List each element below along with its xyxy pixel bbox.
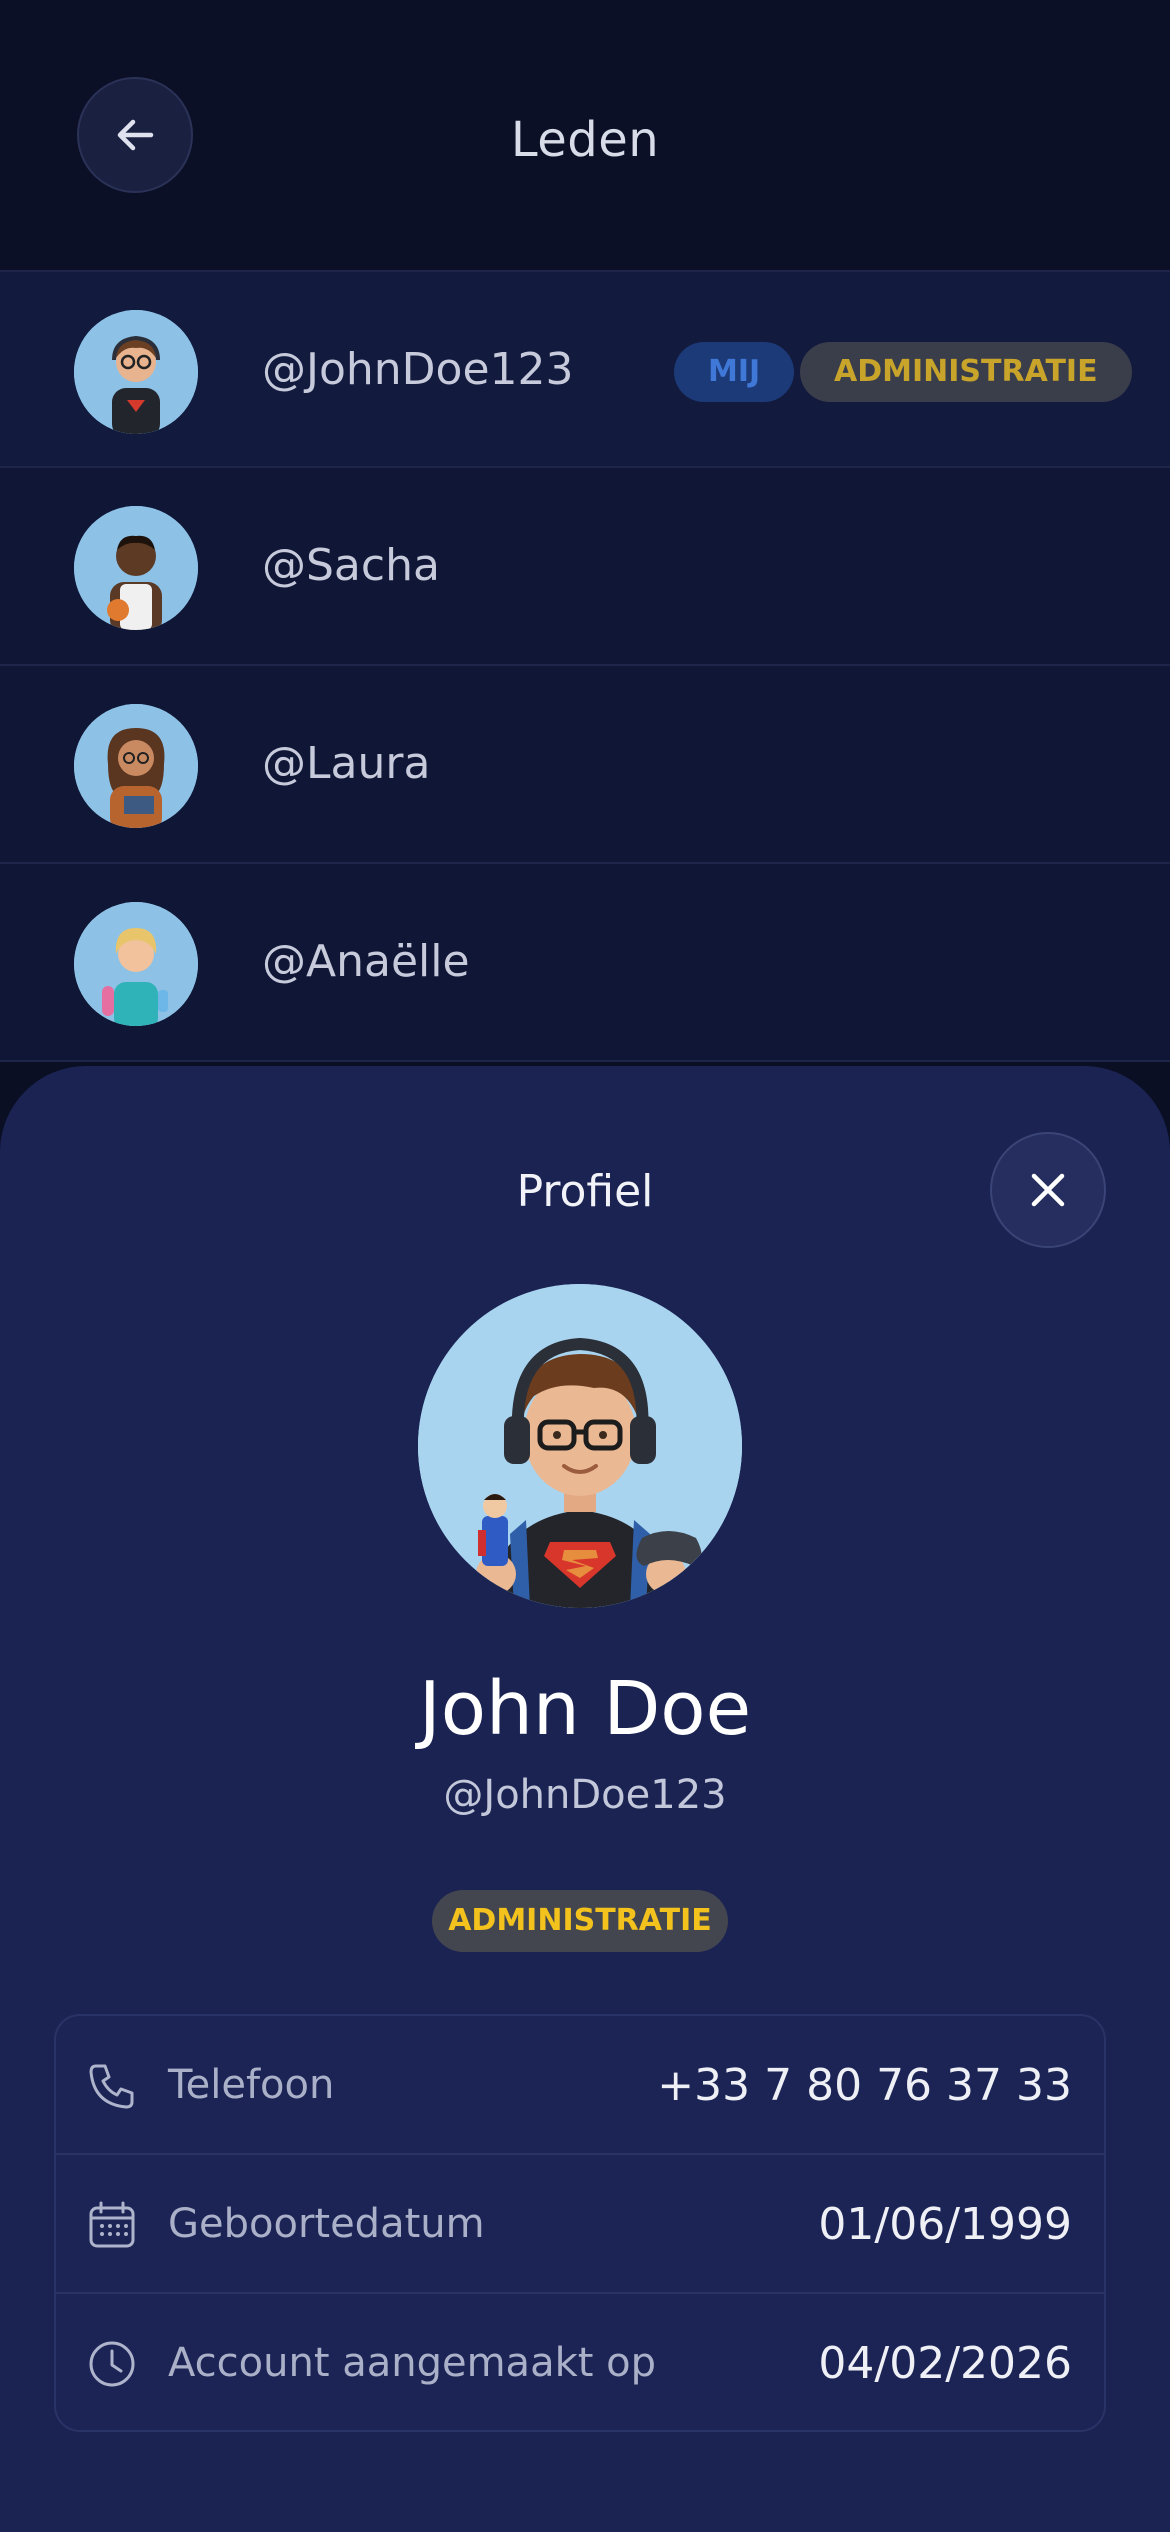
member-row-laura[interactable]: @Laura (0, 666, 1170, 864)
admin-badge: ADMINISTRATIE (800, 342, 1132, 402)
member-handle: @Sacha (262, 540, 440, 591)
me-badge: MIJ (674, 342, 795, 402)
calendar-icon (89, 2201, 135, 2248)
clock-icon (89, 2341, 135, 2387)
header-bar: Leden (0, 0, 1170, 270)
role-badge: ADMINISTRATIE (432, 1890, 728, 1952)
member-handle: @JohnDoe123 (262, 344, 574, 395)
member-row-johndoe123[interactable]: @JohnDoe123 MIJ ADMINISTRATIE (0, 270, 1170, 468)
phone-value: +33 7 80 76 37 33 (657, 2060, 1072, 2111)
close-button[interactable] (990, 1132, 1106, 1248)
profile-handle: @JohnDoe123 (443, 1772, 727, 1818)
phone-icon (89, 2064, 134, 2109)
info-label: Geboortedatum (168, 2201, 485, 2247)
member-row-sacha[interactable]: @Sacha (0, 468, 1170, 666)
profile-info-card: Telefoon +33 7 80 76 37 33 Geboortedatum… (54, 2014, 1106, 2432)
page-title: Leden (510, 112, 660, 168)
close-icon (1031, 1173, 1065, 1207)
avatar (74, 310, 198, 434)
created-value: 04/02/2026 (818, 2338, 1072, 2389)
birthdate-value: 01/06/1999 (818, 2199, 1072, 2250)
member-handle: @Anaëlle (262, 936, 470, 987)
profile-sheet: Profiel John Doe @JohnDoe123 ADMINISTRAT… (0, 1066, 1170, 2532)
info-row-phone[interactable]: Telefoon +33 7 80 76 37 33 (56, 2016, 1104, 2155)
info-row-created: Account aangemaakt op 04/02/2026 (56, 2294, 1104, 2430)
member-row-anaelle[interactable]: @Anaëlle (0, 864, 1170, 1062)
member-handle: @Laura (262, 738, 431, 789)
members-list: @JohnDoe123 MIJ ADMINISTRATIE @Sacha @La… (0, 270, 1170, 1062)
info-row-birthdate: Geboortedatum 01/06/1999 (56, 2155, 1104, 2294)
avatar (74, 902, 198, 1026)
profile-full-name: John Doe (418, 1666, 752, 1752)
avatar (74, 506, 198, 630)
info-label: Account aangemaakt op (168, 2340, 657, 2386)
info-label: Telefoon (168, 2062, 335, 2108)
profile-avatar (418, 1284, 742, 1608)
avatar (74, 704, 198, 828)
